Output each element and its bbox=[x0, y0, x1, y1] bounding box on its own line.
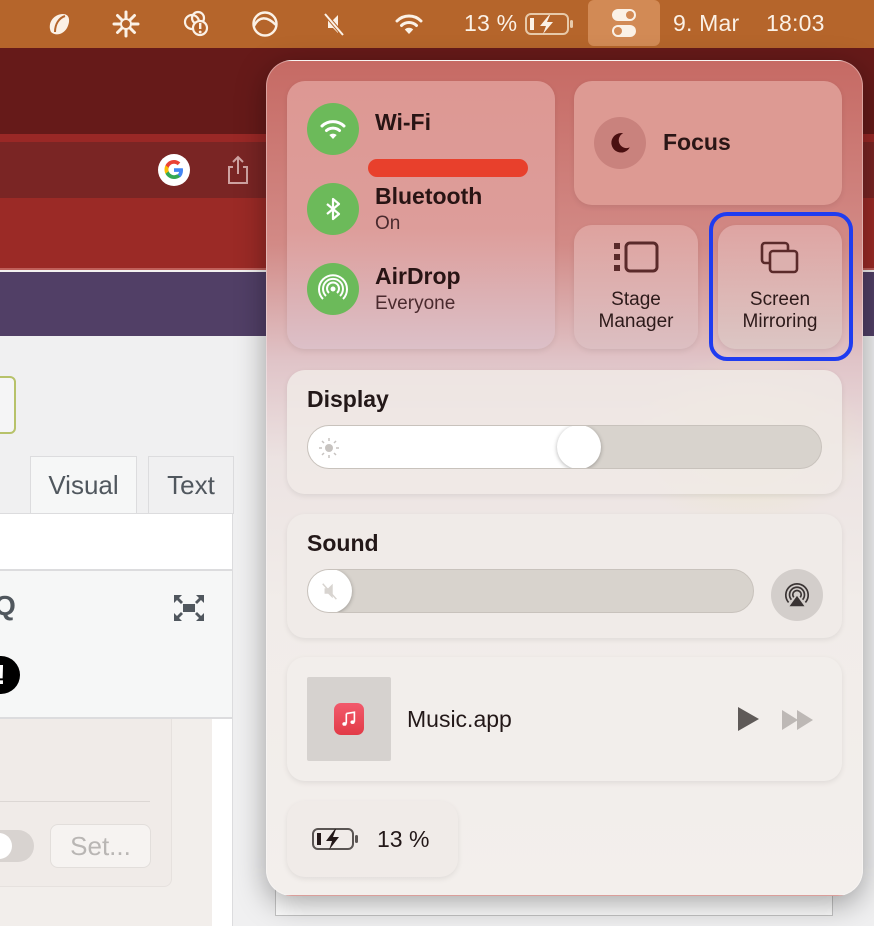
menu-date[interactable]: 9. Mar bbox=[673, 10, 739, 37]
airplay-audio-icon bbox=[784, 583, 810, 607]
control-center-button[interactable] bbox=[588, 0, 660, 46]
stage-manager-button[interactable]: Stage Manager bbox=[574, 225, 698, 349]
sun-icon bbox=[319, 438, 339, 458]
brightness-slider[interactable] bbox=[307, 425, 822, 469]
volume-knob[interactable] bbox=[308, 570, 352, 612]
moon-icon bbox=[594, 117, 646, 169]
wifi-label: Wi-Fi bbox=[375, 109, 431, 135]
battery-charging-icon[interactable] bbox=[524, 8, 576, 40]
editor-toolbar bbox=[0, 569, 233, 719]
wifi-icon[interactable] bbox=[307, 103, 359, 155]
speaker-muted-icon[interactable] bbox=[318, 8, 350, 40]
album-art bbox=[307, 677, 391, 761]
google-icon[interactable] bbox=[158, 154, 190, 186]
display-card: Display bbox=[287, 370, 842, 494]
focus-label: Focus bbox=[663, 129, 731, 155]
share-icon[interactable] bbox=[224, 154, 252, 186]
display-title: Display bbox=[307, 386, 389, 412]
airplay-audio-button[interactable] bbox=[771, 569, 823, 621]
editor-toolbar-row bbox=[0, 513, 233, 569]
stage-manager-icon bbox=[574, 241, 698, 273]
sound-card: Sound bbox=[287, 514, 842, 638]
tab-text[interactable]: Text bbox=[148, 456, 234, 514]
settings-divider bbox=[0, 801, 150, 802]
app-leaf-icon[interactable] bbox=[43, 8, 75, 40]
sun-burst-icon[interactable] bbox=[110, 8, 142, 40]
control-center-panel: Wi-Fi Bluetooth On AirDrop Everyone Focu… bbox=[266, 60, 863, 896]
brightness-fill bbox=[308, 426, 579, 468]
volume-slider[interactable] bbox=[307, 569, 754, 613]
sound-title: Sound bbox=[307, 530, 379, 556]
screen-mirroring-highlight bbox=[709, 212, 853, 361]
airdrop-row[interactable]: AirDrop Everyone bbox=[307, 263, 461, 315]
speaker-muted-icon bbox=[322, 583, 337, 600]
menu-bar: 13 % 9. Mar 18:03 bbox=[0, 0, 874, 48]
bluetooth-status: On bbox=[375, 213, 401, 234]
focus-button[interactable]: Focus bbox=[574, 81, 842, 205]
set-button[interactable]: Set... bbox=[50, 824, 151, 868]
stage-manager-label: Stage Manager bbox=[598, 289, 674, 332]
menu-time[interactable]: 18:03 bbox=[766, 10, 825, 37]
wifi-network-redacted bbox=[368, 159, 528, 177]
circle-wave-icon[interactable] bbox=[249, 8, 281, 40]
fullscreen-icon[interactable] bbox=[172, 593, 206, 623]
airdrop-icon[interactable] bbox=[307, 263, 359, 315]
music-app-icon bbox=[334, 703, 364, 735]
bluetooth-icon[interactable] bbox=[307, 183, 359, 235]
play-icon[interactable] bbox=[735, 705, 761, 733]
airdrop-status: Everyone bbox=[375, 293, 456, 314]
fast-forward-icon[interactable] bbox=[781, 709, 815, 731]
battery-charging-icon bbox=[312, 828, 358, 850]
bluetooth-row[interactable]: Bluetooth On bbox=[307, 183, 482, 235]
now-playing-title: Music.app bbox=[407, 706, 512, 732]
brightness-knob[interactable] bbox=[556, 426, 601, 468]
wifi-icon[interactable] bbox=[393, 8, 425, 40]
bluetooth-label: Bluetooth bbox=[375, 183, 483, 209]
network-card: Wi-Fi Bluetooth On AirDrop Everyone bbox=[287, 81, 555, 349]
now-playing-card[interactable]: Music.app bbox=[287, 657, 842, 781]
title-input[interactable] bbox=[0, 376, 16, 434]
tab-visual[interactable]: Visual bbox=[30, 456, 137, 514]
battery-card[interactable]: 13 % bbox=[287, 801, 458, 877]
airdrop-label: AirDrop bbox=[375, 263, 461, 289]
battery-percent[interactable]: 13 % bbox=[464, 10, 517, 37]
battery-percent-label: 13 % bbox=[377, 826, 430, 852]
toolbar-glyph[interactable]: Q bbox=[0, 590, 16, 622]
cloud-alert-icon[interactable] bbox=[180, 8, 212, 40]
wifi-row[interactable]: Wi-Fi bbox=[307, 103, 431, 155]
